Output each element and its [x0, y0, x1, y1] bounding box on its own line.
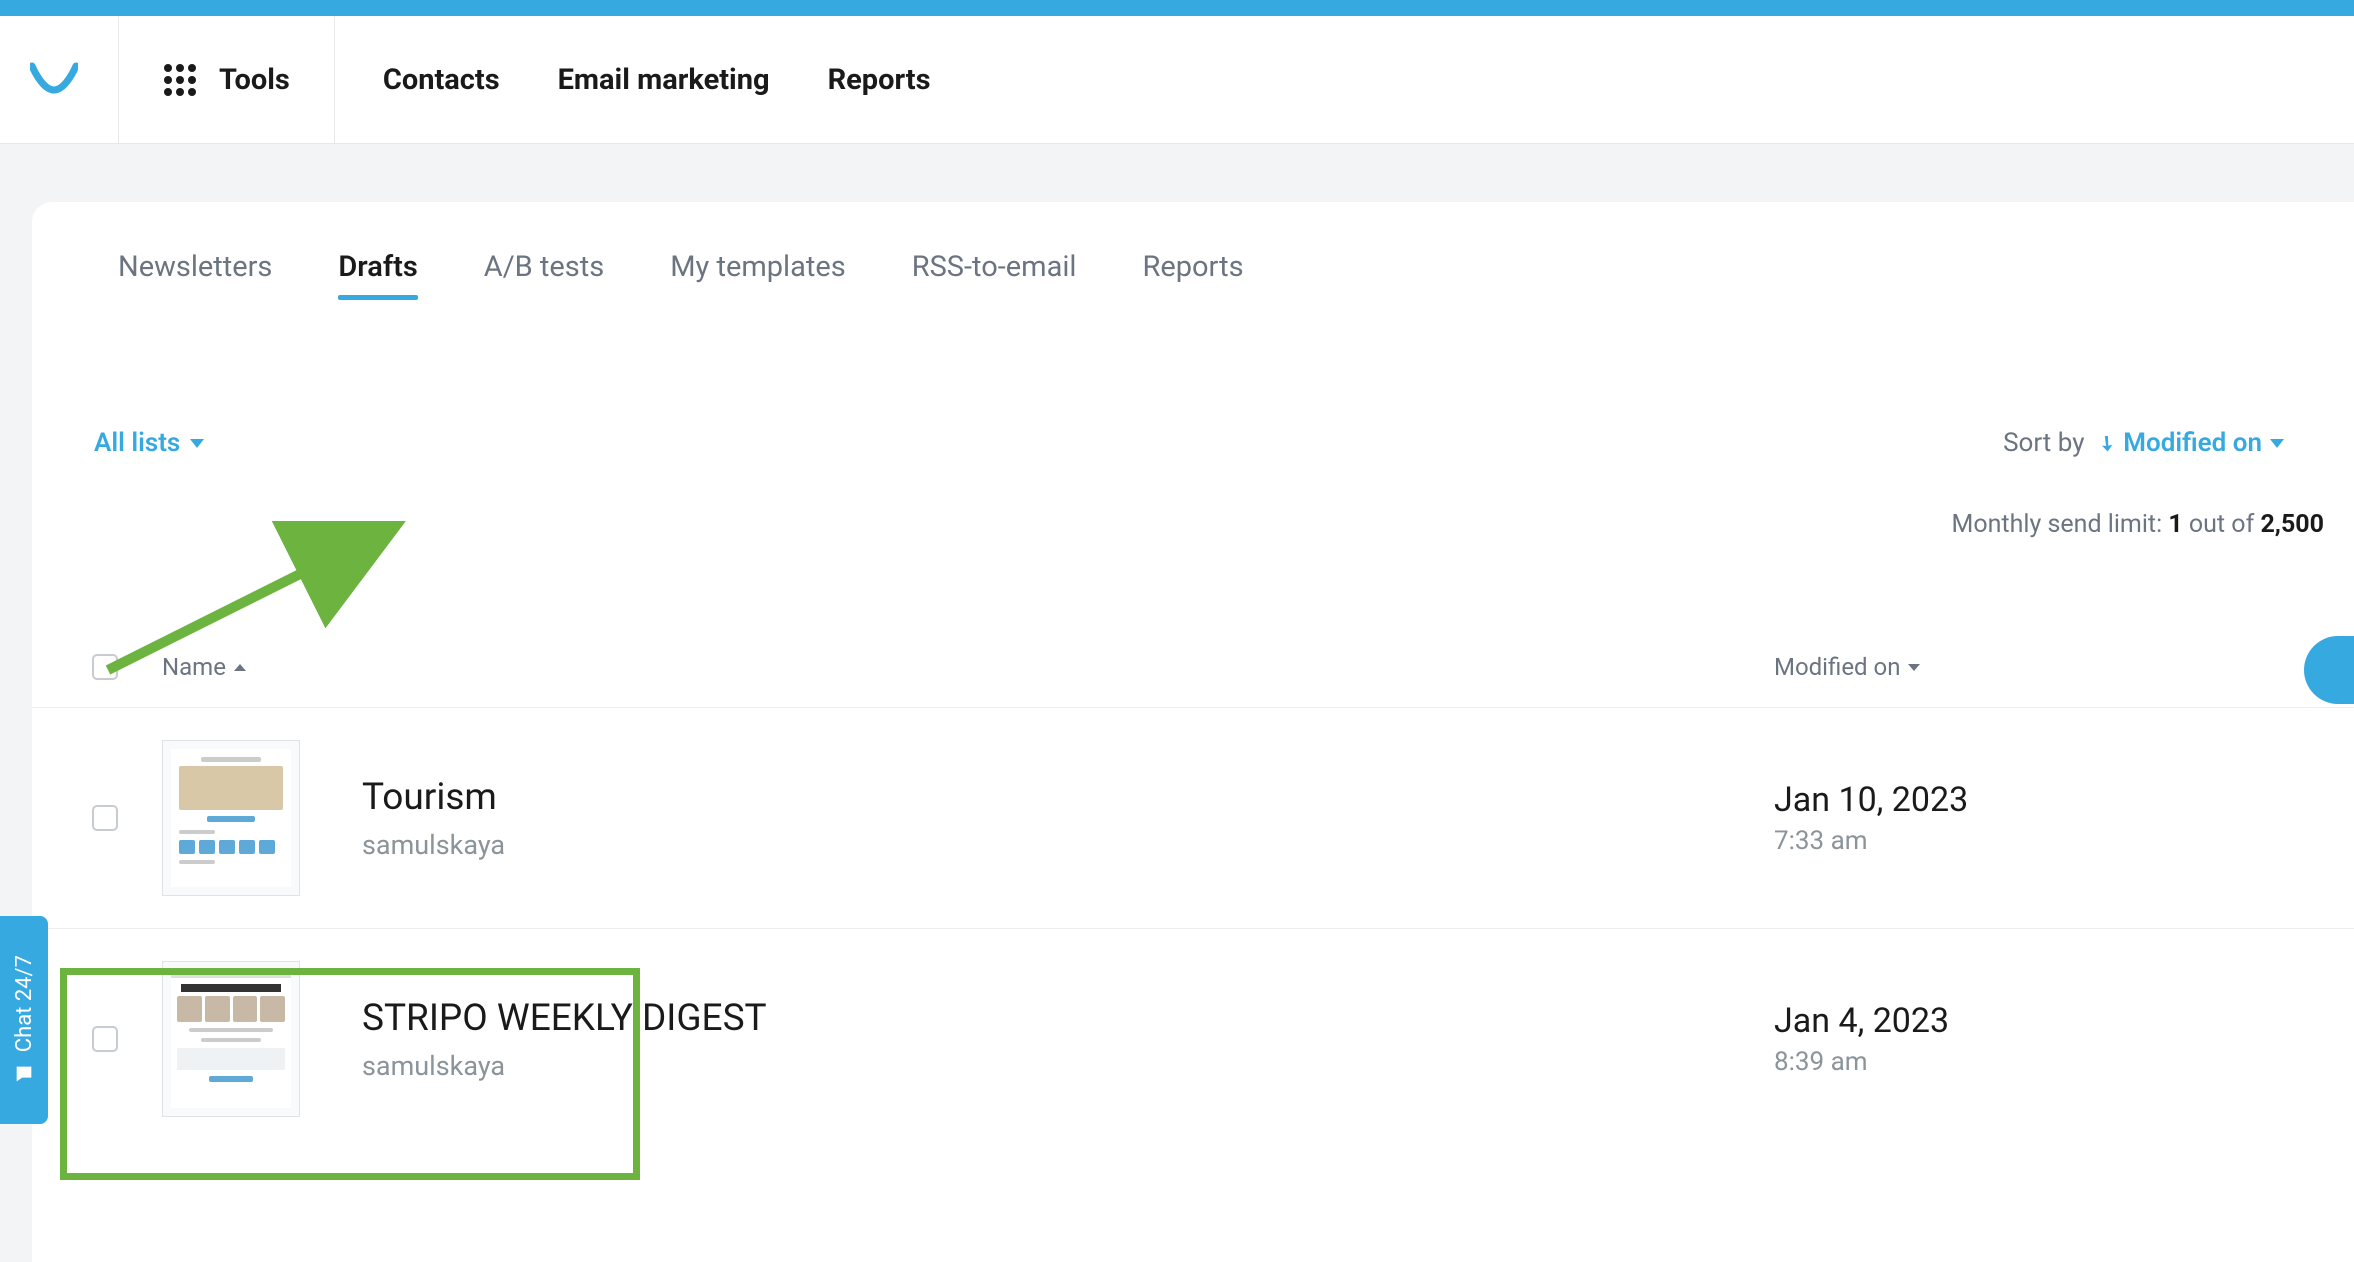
- column-name-label: Name: [162, 653, 226, 681]
- apps-grid-icon: [163, 63, 197, 97]
- row-checkbox[interactable]: [92, 1026, 118, 1052]
- tab-reports[interactable]: Reports: [1142, 250, 1243, 298]
- sort-by-label: Sort by: [2003, 428, 2084, 458]
- draft-row[interactable]: STRIPO WEEKLY DIGEST samulskaya Jan 4, 2…: [32, 928, 2354, 1149]
- filter-row: All lists Sort by ➘ Modified on: [32, 298, 2354, 458]
- tools-menu[interactable]: Tools: [119, 16, 335, 143]
- column-modified-label: Modified on: [1774, 653, 1900, 681]
- tab-rss-to-email[interactable]: RSS-to-email: [912, 250, 1077, 298]
- draft-thumbnail[interactable]: [162, 740, 300, 896]
- limit-total: 2,500: [2260, 510, 2324, 539]
- row-checkbox-wrap: [92, 1026, 162, 1052]
- draft-info: STRIPO WEEKLY DIGEST samulskaya: [362, 997, 1774, 1082]
- chat-tab[interactable]: Chat 24/7: [0, 916, 48, 1124]
- draft-author: samulskaya: [362, 1050, 1774, 1082]
- draft-title[interactable]: STRIPO WEEKLY DIGEST: [362, 997, 1774, 1040]
- sort-direction-icon: ➘: [2093, 428, 2121, 457]
- caret-down-icon: [2270, 439, 2284, 448]
- draft-date-time: 8:39 am: [1774, 1047, 2354, 1077]
- tab-ab-tests[interactable]: A/B tests: [484, 250, 604, 298]
- primary-nav: Contacts Email marketing Reports: [335, 63, 931, 97]
- envelope-logo-icon[interactable]: [30, 62, 78, 98]
- limit-current: 1: [2168, 510, 2182, 539]
- column-modified[interactable]: Modified on: [1774, 653, 2354, 681]
- filter-all-lists[interactable]: All lists: [94, 428, 204, 458]
- draft-title[interactable]: Tourism: [362, 776, 1774, 819]
- table-header: Name Modified on: [32, 539, 2354, 707]
- draft-thumbnail[interactable]: [162, 961, 300, 1117]
- sort-desc-icon: [1908, 664, 1920, 671]
- sort-asc-icon: [234, 664, 246, 671]
- nav-contacts[interactable]: Contacts: [383, 63, 500, 97]
- limit-prefix: Monthly send limit:: [1952, 510, 2163, 539]
- nav-email-marketing[interactable]: Email marketing: [558, 63, 770, 97]
- tab-my-templates[interactable]: My templates: [670, 250, 845, 298]
- draft-info: Tourism samulskaya: [362, 776, 1774, 861]
- draft-author: samulskaya: [362, 829, 1774, 861]
- row-checkbox[interactable]: [92, 805, 118, 831]
- select-all-checkbox[interactable]: [92, 654, 118, 680]
- section-tabs: Newsletters Drafts A/B tests My template…: [32, 250, 2354, 298]
- content-card: Newsletters Drafts A/B tests My template…: [32, 202, 2354, 1262]
- chat-bubble-icon: [13, 1063, 35, 1085]
- draft-date-time: 7:33 am: [1774, 826, 2354, 856]
- send-limit-text: Monthly send limit: 1 out of 2,500: [32, 458, 2354, 539]
- nav-reports[interactable]: Reports: [828, 63, 931, 97]
- top-accent-bar: [0, 0, 2354, 16]
- column-name[interactable]: Name: [162, 653, 1774, 681]
- row-checkbox-wrap: [92, 805, 162, 831]
- column-checkbox: [92, 654, 162, 680]
- logo-wrap: [30, 16, 119, 143]
- draft-date: Jan 4, 2023 8:39 am: [1774, 1001, 2354, 1077]
- tools-label: Tools: [219, 63, 290, 97]
- limit-of: out of: [2189, 510, 2254, 539]
- sort-value-dropdown[interactable]: ➘ Modified on: [2099, 428, 2284, 458]
- caret-down-icon: [190, 439, 204, 448]
- tab-newsletters[interactable]: Newsletters: [118, 250, 272, 298]
- draft-date-main: Jan 4, 2023: [1774, 1001, 2354, 1041]
- draft-row[interactable]: Tourism samulskaya Jan 10, 2023 7:33 am: [32, 707, 2354, 928]
- main-header: Tools Contacts Email marketing Reports: [0, 16, 2354, 144]
- draft-date: Jan 10, 2023 7:33 am: [1774, 780, 2354, 856]
- filter-all-lists-label: All lists: [94, 428, 180, 458]
- tab-drafts[interactable]: Drafts: [338, 250, 417, 298]
- chat-label: Chat 24/7: [12, 955, 37, 1052]
- sort-value-text: Modified on: [2123, 428, 2262, 458]
- draft-date-main: Jan 10, 2023: [1774, 780, 2354, 820]
- sort-control: Sort by ➘ Modified on: [2003, 428, 2354, 458]
